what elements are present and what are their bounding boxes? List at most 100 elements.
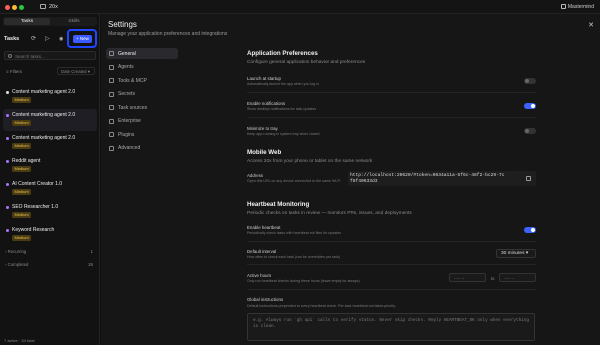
sort-value: Date Created xyxy=(61,69,87,74)
nav-advanced[interactable]: Advanced xyxy=(106,143,178,154)
task-status-dot xyxy=(6,91,9,94)
task-name: Keyword Research xyxy=(12,227,55,233)
task-name: AI Content Creator 1.0 xyxy=(12,181,63,187)
setting-desc: Automatically launch the app when you lo… xyxy=(247,82,319,86)
group-count: 1 xyxy=(90,249,93,254)
task-item[interactable]: Reddit agent Medium xyxy=(3,155,97,177)
setting-desc: Periodically check tasks with heartbeat.… xyxy=(247,231,342,235)
task-search xyxy=(4,51,96,60)
tab-skills[interactable]: Skills xyxy=(51,18,97,25)
priority-badge: Medium xyxy=(12,166,32,172)
section-title: Application Preferences xyxy=(247,50,318,57)
sidebar-tabs: Tasks Skills xyxy=(3,17,97,26)
search-input[interactable] xyxy=(15,53,93,59)
setting-label: Default interval xyxy=(247,249,277,254)
app-logo-icon xyxy=(40,4,46,9)
priority-badge: Medium xyxy=(12,97,32,103)
priority-badge: Medium xyxy=(12,120,32,126)
notifications-toggle[interactable] xyxy=(524,103,536,109)
group-count: 26 xyxy=(88,262,93,267)
close-icon[interactable]: ✕ xyxy=(588,21,594,29)
new-task-button[interactable]: + New xyxy=(73,35,92,43)
nav-task-sources[interactable]: Task sources xyxy=(106,102,178,113)
section-title: Heartbeat Monitoring xyxy=(247,201,310,208)
setting-desc: Open this URL on any device connected to… xyxy=(247,179,341,183)
setting-desc: Default instructions prepended to every … xyxy=(247,304,396,308)
setting-label: Active hours xyxy=(247,273,272,278)
task-item[interactable]: AI Content Creator 1.0 Medium xyxy=(3,178,97,200)
setting-label: Global instructions xyxy=(247,297,284,302)
section-subtitle: Periodic checks on tasks in review — mon… xyxy=(247,211,412,216)
task-item[interactable]: SEO Researcher 1.0 Medium xyxy=(3,201,97,223)
play-icon[interactable]: ▷ xyxy=(45,35,50,42)
section-subtitle: Configure general application behavior a… xyxy=(247,60,366,65)
plugin-icon xyxy=(109,132,114,137)
task-status-dot xyxy=(6,114,9,117)
user-name[interactable]: Mastermind xyxy=(568,4,594,10)
mobile-url-box: http://localhost:20620/#token=0634a11a-5… xyxy=(348,171,536,186)
priority-badge: Medium xyxy=(12,143,32,149)
nav-tools-mcp[interactable]: Tools & MCP xyxy=(106,75,178,86)
task-name: SEO Researcher 1.0 xyxy=(12,204,59,210)
task-status-dot xyxy=(6,206,9,209)
priority-badge: Medium xyxy=(12,212,32,218)
copy-icon[interactable] xyxy=(526,176,531,181)
setting-label: Address xyxy=(247,173,264,178)
task-item[interactable]: Content marketing agent 2.0 Medium xyxy=(3,132,97,154)
priority-badge: Medium xyxy=(12,235,32,241)
advanced-icon xyxy=(109,145,114,151)
task-name: Reddit agent xyxy=(12,158,41,164)
app-title: 20x xyxy=(49,3,58,10)
task-item-selected[interactable]: Content marketing agent 2.0 Medium xyxy=(3,109,97,131)
section-subtitle: Access 20x from your phone or tablet on … xyxy=(247,159,373,164)
to-label: to xyxy=(491,276,495,281)
task-status-dot xyxy=(6,229,9,232)
task-status-dot xyxy=(6,183,9,186)
tools-icon xyxy=(109,78,114,83)
refresh-icon[interactable]: ⟳ xyxy=(31,35,36,42)
title-bar: 20x Mastermind xyxy=(0,0,600,14)
nav-agents[interactable]: Agents xyxy=(106,62,178,73)
setting-label: Launch at startup xyxy=(247,76,281,81)
setting-desc: Show desktop notifications for task upda… xyxy=(247,107,317,111)
status-dot-icon[interactable]: ◉ xyxy=(59,36,63,42)
chat-icon xyxy=(561,4,566,9)
setting-desc: Keep app running in system tray when clo… xyxy=(247,132,320,136)
task-item[interactable]: Keyword Research Medium xyxy=(3,224,97,246)
new-task-highlight: + New xyxy=(67,29,97,48)
global-instructions-textarea[interactable]: e.g. Always run `gh api` calls to verify… xyxy=(247,313,535,341)
interval-select[interactable]: 30 minutes ▾ xyxy=(496,249,536,258)
end-time-input[interactable]: --:-- -- xyxy=(499,273,536,282)
task-status-dot xyxy=(6,160,9,163)
close-window-button[interactable] xyxy=(5,5,10,10)
setting-desc: How often to check each task (can be ove… xyxy=(247,255,341,259)
tasks-heading: Tasks xyxy=(4,36,20,42)
group-label: › Recurring xyxy=(5,249,27,254)
nav-secrets[interactable]: Secrets xyxy=(106,89,178,100)
settings-panel: Settings Manage your application prefere… xyxy=(101,14,600,345)
start-time-input[interactable]: --:-- -- xyxy=(449,273,486,282)
maximize-window-button[interactable] xyxy=(19,5,24,10)
tab-tasks[interactable]: Tasks xyxy=(4,18,50,25)
section-title: Mobile Web xyxy=(247,149,282,156)
task-name: Content marketing agent 2.0 xyxy=(12,112,76,118)
task-status-dot xyxy=(6,137,9,140)
minimize-window-button[interactable] xyxy=(12,5,17,10)
heartbeat-toggle[interactable] xyxy=(524,227,536,233)
launch-startup-toggle[interactable] xyxy=(524,78,536,84)
setting-label: Enable notifications xyxy=(247,101,286,106)
task-count-footer: 7 active · 34 total xyxy=(4,338,35,343)
nav-plugins[interactable]: Plugins xyxy=(106,129,178,140)
filters-button[interactable]: ≡ Filters xyxy=(6,69,22,74)
source-icon xyxy=(109,105,114,110)
mobile-url[interactable]: http://localhost:20620/#token=0634a11a-5… xyxy=(350,173,506,184)
sort-select[interactable]: Date Created ▾ xyxy=(57,67,95,75)
nav-general[interactable]: General xyxy=(106,48,178,59)
minimize-tray-toggle[interactable] xyxy=(524,128,536,134)
task-item[interactable]: Content marketing agent 2.0 Medium xyxy=(3,86,97,108)
nav-enterprise[interactable]: Enterprise xyxy=(106,116,178,127)
page-subtitle: Manage your application preferences and … xyxy=(108,31,228,37)
task-sidebar: Tasks Skills Tasks ⟳ ▷ ◉ + New ≡ Filters… xyxy=(0,14,100,345)
key-icon xyxy=(109,91,114,97)
task-name: Content marketing agent 2.0 xyxy=(12,135,76,141)
